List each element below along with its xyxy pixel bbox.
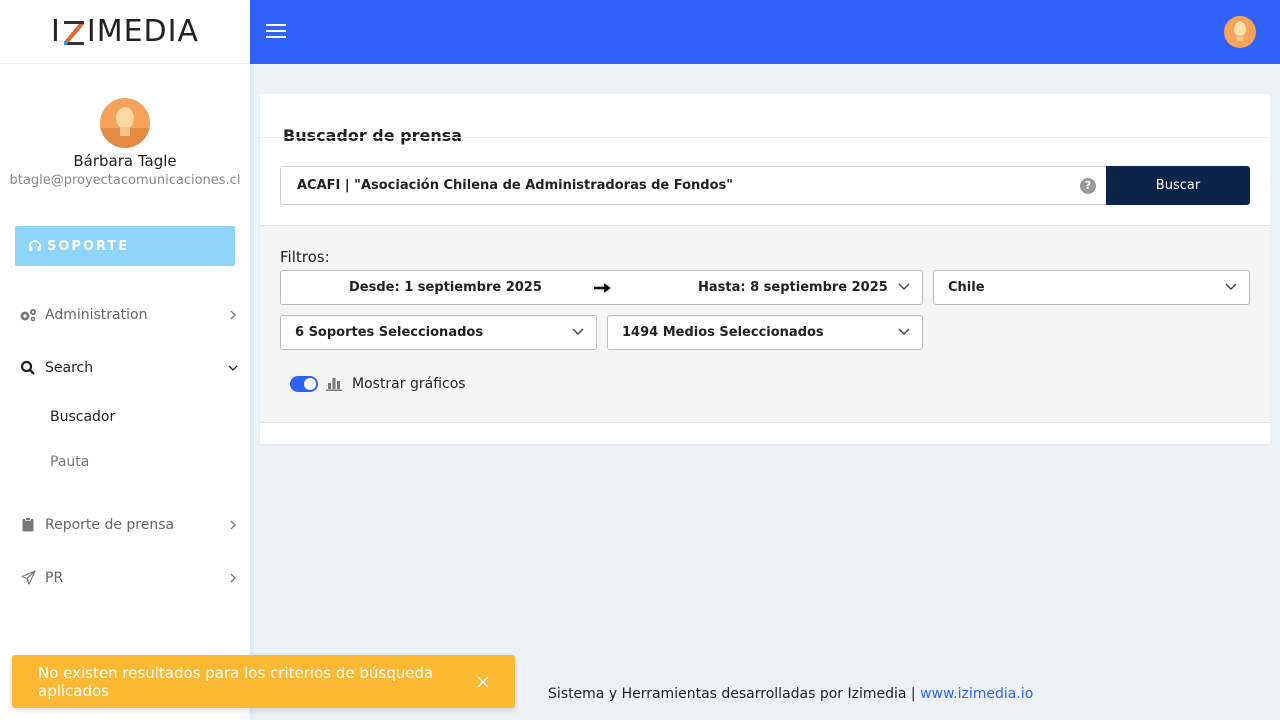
sidebar-item-label: Search [45,359,94,376]
lightbulb-avatar-icon [1234,21,1246,41]
logo-wordmark: I IMEDIA [51,14,199,49]
sidebar: I IMEDIA Bárbara Tagle btagle@proyectaco… [0,0,250,720]
sidebar-item-label: Reporte de prensa [45,516,175,533]
filters-label: Filtros: [280,248,330,266]
sidebar-item-label: Administration [45,306,148,323]
user-profile: Bárbara Tagle btagle@proyectacomunicacio… [0,64,250,188]
logo-prefix: I [50,14,61,49]
support-label: SOPORTE [47,238,130,254]
footer-text: Sistema y Herramientas desarrolladas por… [548,686,921,702]
footer-link[interactable]: www.izimedia.io [920,686,1033,702]
search-icon [19,360,37,376]
search-input-value: ACAFI | "Asociación Chilena de Administr… [297,178,734,193]
avatar[interactable] [100,98,150,148]
medios-value: 1494 Medios Seleccionados [622,325,824,340]
paper-plane-icon [19,570,37,586]
soportes-value: 6 Soportes Seleccionados [295,325,484,340]
date-from: Desde: 1 septiembre 2025 [349,280,542,295]
show-charts-row: Mostrar gráficos [290,376,466,392]
hamburger-menu-icon[interactable] [266,24,286,40]
chevron-down-icon [228,365,238,371]
help-icon[interactable]: ? [1080,177,1096,194]
bar-chart-icon [326,378,342,391]
search-bar: ACAFI | "Asociación Chilena de Administr… [280,166,1250,205]
date-range-picker[interactable]: Desde: 1 septiembre 2025 Hasta: 8 septie… [280,270,923,305]
topbar [250,0,1280,64]
user-name: Bárbara Tagle [73,152,177,170]
sidebar-item-search[interactable]: Search [0,341,250,394]
country-select[interactable]: Chile [933,270,1250,305]
medios-select[interactable]: 1494 Medios Seleccionados [607,315,923,350]
chevron-down-icon [898,328,910,335]
gears-icon [19,307,37,323]
sidebar-subitem-buscador[interactable]: Buscador [0,394,250,439]
search-card: Buscador de prensa ACAFI | "Asociación C… [260,94,1270,444]
support-button[interactable]: SOPORTE [15,226,235,266]
logo[interactable]: I IMEDIA [0,0,250,64]
search-button[interactable]: Buscar [1106,166,1250,205]
sidebar-nav: Administration Search Buscador Pauta Rep… [0,288,250,604]
arrow-right-icon [594,283,611,293]
divider [260,137,1270,138]
clipboard-icon [19,517,37,533]
show-charts-label: Mostrar gráficos [352,376,466,392]
footer: Sistema y Herramientas desarrolladas por… [548,686,1033,702]
filters-panel: Filtros: Desde: 1 septiembre 2025 Hasta:… [260,225,1270,423]
avatar[interactable] [1224,16,1256,48]
chevron-right-icon [230,310,236,319]
lightbulb-avatar-icon [100,107,150,148]
show-charts-toggle[interactable] [290,376,318,392]
soportes-select[interactable]: 6 Soportes Seleccionados [280,315,597,350]
logo-suffix: IMEDIA [86,14,200,49]
sidebar-item-label: PR [45,569,64,586]
chevron-right-icon [230,573,236,582]
sidebar-item-administration[interactable]: Administration [0,288,250,341]
toast-message: No existen resultados para los criterios… [38,663,434,700]
sidebar-subitem-pauta[interactable]: Pauta [0,439,250,484]
search-input[interactable]: ACAFI | "Asociación Chilena de Administr… [280,166,1106,205]
headset-icon [29,240,41,251]
chevron-down-icon [1225,283,1237,290]
toast-notification: No existen resultados para los criterios… [12,655,515,708]
chevron-right-icon [230,520,236,529]
user-email: btagle@proyectacomunicaciones.cl [9,173,241,188]
sidebar-item-reporte-de-prensa[interactable]: Reporte de prensa [0,498,250,551]
logo-z-icon [63,20,84,45]
country-value: Chile [948,280,985,295]
close-icon[interactable] [477,675,489,688]
chevron-down-icon [572,328,584,335]
chevron-down-icon [898,283,910,290]
page-title: Buscador de prensa [283,126,463,145]
date-to: Hasta: 8 septiembre 2025 [698,280,888,295]
sidebar-item-pr[interactable]: PR [0,551,250,604]
